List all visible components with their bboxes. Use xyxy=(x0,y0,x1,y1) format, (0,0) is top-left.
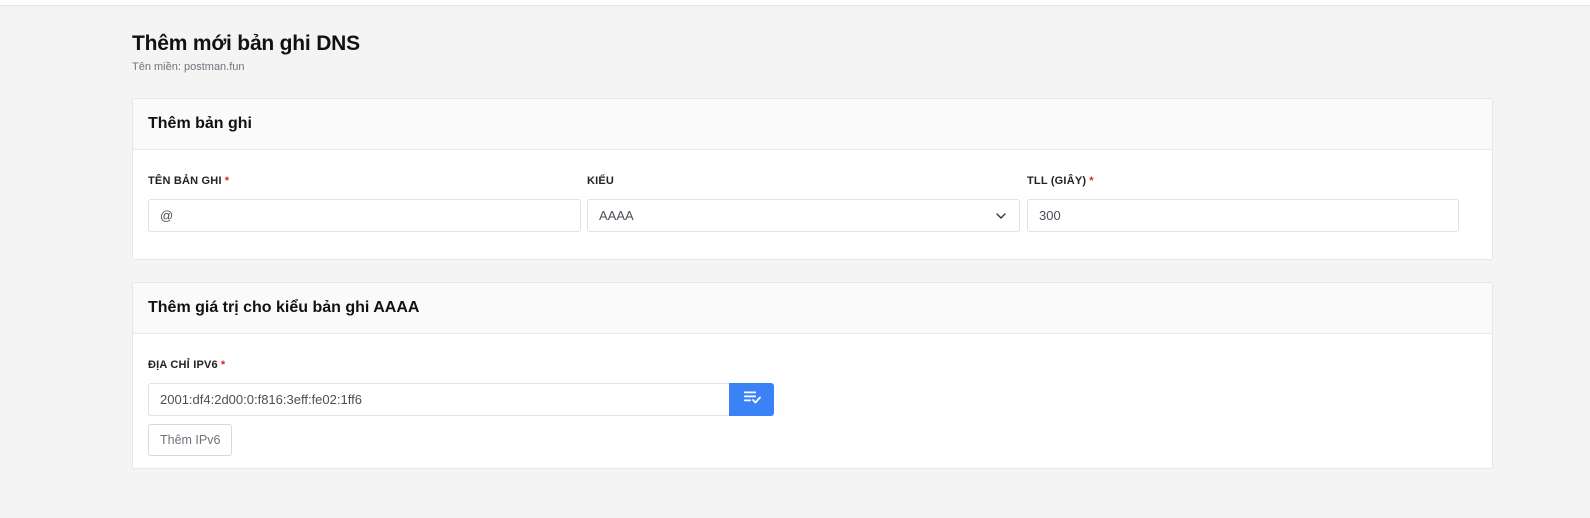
domain-value: postman.fun xyxy=(183,61,245,73)
add-value-card-title: Thêm giá trị cho kiểu bản ghi AAAA xyxy=(133,283,1492,334)
ipv6-label-text: ĐỊA CHỈ IPV6 xyxy=(148,359,218,371)
required-mark: * xyxy=(220,359,226,371)
playlist-check-icon xyxy=(743,390,761,409)
ttl-input[interactable] xyxy=(1039,208,1447,223)
record-name-input-wrapper xyxy=(148,199,581,232)
ttl-label-text: TLL (GIÂY) xyxy=(1027,175,1087,187)
add-record-card-title: Thêm bản ghi xyxy=(133,99,1492,150)
add-record-card: Thêm bản ghi TÊN BẢN GHI* KIỂU AAAA xyxy=(132,98,1493,260)
chevron-down-icon xyxy=(994,209,1008,223)
record-name-label-text: TÊN BẢN GHI xyxy=(148,175,222,187)
record-type-select[interactable]: AAAA xyxy=(587,199,1020,232)
ttl-input-wrapper xyxy=(1027,199,1459,232)
page-title: Thêm mới bản ghi DNS xyxy=(132,32,360,55)
ipv6-input-group xyxy=(148,383,774,416)
page-subtitle: Tên miền: postman.fun xyxy=(132,61,360,73)
record-type-label-text: KIỂU xyxy=(587,175,615,187)
record-type-value: AAAA xyxy=(599,208,634,223)
required-mark: * xyxy=(224,175,230,187)
add-value-card: Thêm giá trị cho kiểu bản ghi AAAA ĐỊA C… xyxy=(132,282,1493,469)
top-bar xyxy=(0,0,1590,6)
ipv6-field: ĐỊA CHỈ IPV6 * xyxy=(148,358,225,372)
page-header: Thêm mới bản ghi DNS Tên miền: postman.f… xyxy=(132,32,360,73)
ipv6-action-button[interactable] xyxy=(729,383,774,416)
record-name-label: TÊN BẢN GHI * xyxy=(148,174,581,188)
record-name-field: TÊN BẢN GHI * xyxy=(148,174,581,232)
add-ipv6-button[interactable]: Thêm IPv6 xyxy=(148,424,233,456)
ipv6-input[interactable] xyxy=(160,392,718,407)
record-type-label: KIỂU xyxy=(587,174,1020,188)
record-name-input[interactable] xyxy=(160,208,569,223)
required-mark: * xyxy=(1089,175,1094,187)
ttl-label: TLL (GIÂY) * xyxy=(1027,174,1459,188)
ipv6-input-wrapper xyxy=(148,383,729,416)
record-type-field: KIỂU AAAA xyxy=(587,174,1020,232)
domain-label: Tên miền: xyxy=(132,61,181,73)
ttl-field: TLL (GIÂY) * xyxy=(1027,174,1459,232)
ipv6-label: ĐỊA CHỈ IPV6 * xyxy=(148,358,225,372)
